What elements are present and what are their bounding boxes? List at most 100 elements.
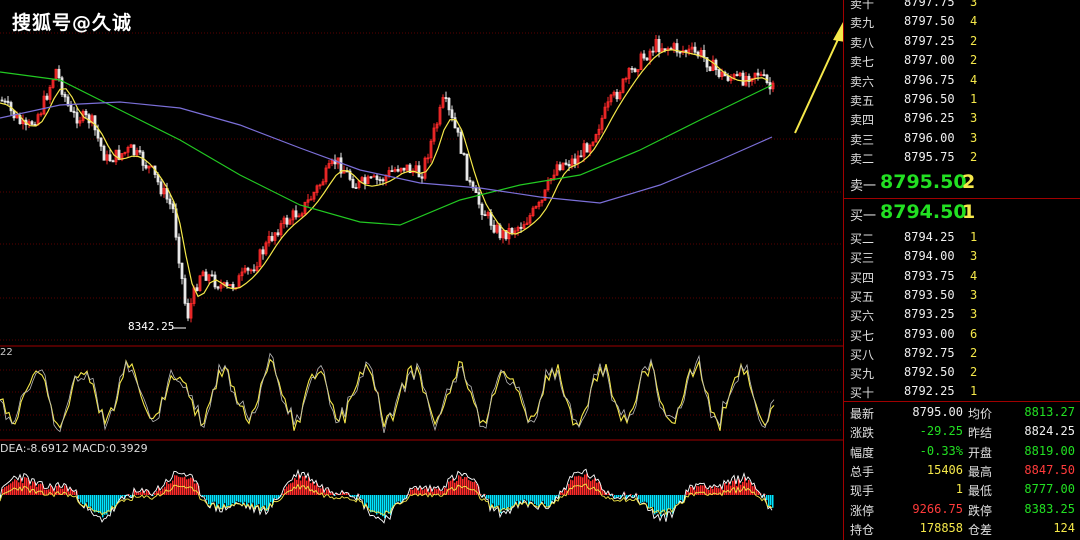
bid-level-label: 买七 — [850, 328, 875, 343]
candle-body — [708, 66, 712, 72]
macd-bar — [470, 481, 472, 495]
bid-level-row[interactable]: 买六 8793.25 3 — [844, 305, 1080, 324]
macd-bar — [770, 495, 772, 506]
ask-level-volume: 3 — [970, 111, 978, 126]
candle-body — [741, 72, 745, 86]
candle-body — [693, 46, 697, 53]
stat-label: 总手 — [850, 464, 875, 479]
bid-level-row[interactable]: 买八 8792.75 2 — [844, 344, 1080, 363]
ask-level-row[interactable]: 卖六 8796.75 4 — [844, 71, 1080, 90]
macd-bar — [546, 495, 548, 507]
candle-body — [459, 131, 463, 154]
ask-level-row[interactable]: 卖九 8797.50 4 — [844, 12, 1080, 31]
macd-bar — [236, 495, 238, 502]
macd-bar — [748, 479, 750, 495]
bid-level-row[interactable]: 买三 8794.00 3 — [844, 247, 1080, 266]
macd-bar — [662, 495, 664, 513]
candle-body — [381, 179, 385, 182]
candle-body — [762, 74, 766, 76]
best-bid-row[interactable]: 买一 8794.50 1 — [844, 200, 1080, 226]
macd-bar — [638, 495, 640, 500]
macd-bar — [702, 485, 704, 495]
macd-bar — [508, 495, 510, 508]
ask-level-row[interactable]: 卖八 8797.25 2 — [844, 32, 1080, 51]
macd-bar — [486, 495, 488, 499]
stat-row: 涨停 9266.75 跌停 8383.25 — [844, 500, 1080, 519]
candle-body — [177, 236, 181, 264]
kline-chart[interactable] — [0, 0, 843, 540]
candle-body — [510, 228, 514, 234]
ask-level-row[interactable]: 卖三 8796.00 3 — [844, 129, 1080, 148]
macd-bar — [262, 495, 264, 508]
ask-level-row[interactable]: 卖五 8796.50 1 — [844, 90, 1080, 109]
macd-bar — [228, 495, 230, 506]
macd-bar — [248, 495, 250, 503]
macd-bar — [32, 481, 34, 495]
bid-level-volume: 1 — [970, 384, 978, 399]
candle-body — [63, 93, 67, 98]
kline-chart-area[interactable]: 搜狐号@久诚 8342.25 22 DEA:-8.6912 MACD:0.392… — [0, 0, 843, 540]
macd-bar — [524, 495, 526, 500]
candle-body — [252, 269, 256, 272]
ask-level-volume: 4 — [970, 14, 978, 29]
candle-body — [735, 74, 739, 76]
macd-bar — [668, 495, 670, 509]
macd-bar — [536, 495, 538, 506]
macd-bar — [26, 477, 28, 495]
candle-body — [144, 164, 148, 169]
candle-body — [0, 99, 4, 102]
macd-bar — [422, 490, 424, 495]
candle-body — [447, 97, 451, 111]
macd-bar — [752, 486, 754, 495]
macd-bar — [642, 495, 644, 503]
candle-body — [168, 198, 172, 205]
macd-bar — [548, 495, 550, 507]
candle-body — [180, 262, 184, 279]
bid-level-volume: 3 — [970, 307, 978, 322]
bid-level-row[interactable]: 买十 8792.25 1 — [844, 382, 1080, 401]
ask-level-row[interactable]: 卖四 8796.25 3 — [844, 109, 1080, 128]
macd-bar — [552, 495, 554, 501]
stat-value: 8819.00 — [1024, 443, 1075, 458]
macd-bar — [556, 495, 558, 497]
macd-bar — [56, 486, 58, 495]
candle-body — [87, 114, 91, 124]
candle-body — [444, 97, 448, 99]
candle-body — [69, 104, 73, 112]
macd-bar — [466, 477, 468, 495]
macd-bar — [130, 495, 132, 497]
macd-bar — [40, 483, 42, 495]
stat-value: -0.33% — [919, 443, 963, 458]
stat-label: 涨停 — [850, 503, 875, 518]
bid-level-label: 买二 — [850, 232, 875, 246]
best-ask-row[interactable]: 卖一 8795.50 2 — [844, 170, 1080, 196]
stat-row: 现手 1 最低 8777.00 — [844, 480, 1080, 499]
bid-level-volume: 2 — [970, 345, 978, 360]
bid-level-row[interactable]: 买五 8793.50 3 — [844, 286, 1080, 305]
ask-level-row[interactable]: 卖二 8795.75 2 — [844, 148, 1080, 167]
bid-level-price: 8792.75 — [904, 345, 955, 360]
candle-body — [261, 249, 265, 255]
bid-level-price: 8793.00 — [904, 326, 955, 341]
bid-level-volume: 4 — [970, 268, 978, 283]
bid-level-row[interactable]: 买二 8794.25 1 — [844, 228, 1080, 247]
stat-value: -29.25 — [919, 424, 963, 439]
macd-bar — [192, 478, 194, 495]
ask-level-row[interactable]: 卖七 8797.00 2 — [844, 51, 1080, 70]
macd-bar — [544, 495, 546, 505]
ask-level-volume: 2 — [970, 150, 978, 165]
candle-body — [579, 155, 583, 158]
candle-body — [363, 177, 367, 185]
bid-level-row[interactable]: 买七 8793.00 6 — [844, 325, 1080, 344]
macd-bar — [232, 495, 234, 504]
ask-level-price: 8797.50 — [904, 14, 955, 29]
bid-level-row[interactable]: 买九 8792.50 2 — [844, 363, 1080, 382]
candle-body — [633, 68, 637, 73]
candle-body — [480, 203, 484, 216]
bid-level-row[interactable]: 买四 8793.75 4 — [844, 267, 1080, 286]
ask-level-row[interactable]: 卖十 8797.75 3 — [844, 0, 1080, 12]
macd-bar — [590, 481, 592, 495]
macd-bar — [682, 495, 684, 502]
macd-bar — [532, 495, 534, 502]
candle-body — [216, 286, 220, 289]
